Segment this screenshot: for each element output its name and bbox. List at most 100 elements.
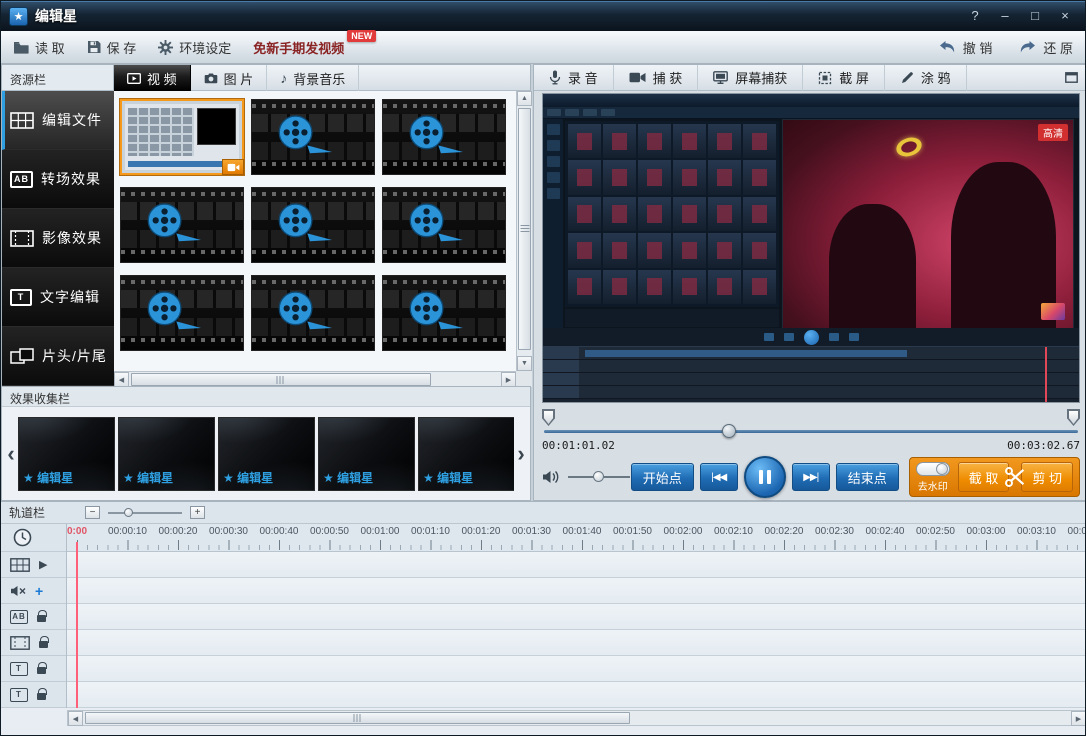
text-track-row[interactable] [67,656,1086,682]
previous-button[interactable]: |◀◀ [700,463,738,491]
screen-capture-button[interactable]: 屏幕捕获 [698,65,803,91]
zoom-knob[interactable] [124,508,133,517]
promo-link[interactable]: 免新手期发视频 NEW [253,38,376,57]
lock-icon[interactable] [39,641,48,648]
sidebar-item-edit-files[interactable]: 编辑文件 [2,91,114,150]
trim-end-handle[interactable] [1067,409,1080,426]
end-point-button[interactable]: 结束点 [836,463,899,491]
transition-track-row[interactable] [67,604,1086,630]
scroll-thumb[interactable] [85,712,630,724]
effect-thumbnail[interactable]: ★ 编辑星 [418,417,514,491]
seek-knob[interactable] [722,424,736,438]
text-track-2-row[interactable] [67,682,1086,708]
tab-video-label: 视 频 [147,69,177,88]
transition-track-header[interactable]: AB [1,604,66,630]
media-thumbnail[interactable] [251,275,375,351]
media-thumbnail[interactable] [120,187,244,263]
time-row: 00:01:01.02 00:03:02.67 [542,439,1080,453]
lock-icon[interactable] [37,667,46,674]
trim-start-handle[interactable] [542,409,555,426]
lock-icon[interactable] [37,615,46,622]
cut-button[interactable]: 剪 切 [1021,462,1073,492]
record-audio-button[interactable]: 录 音 [534,65,614,91]
total-time: 00:03:02.67 [1007,439,1080,452]
minimize-button[interactable]: – [993,6,1017,26]
scroll-right-arrow[interactable]: ▶ [501,372,516,387]
effect-track-row[interactable] [67,630,1086,656]
zoom-out-button[interactable]: − [85,506,100,519]
video-preview[interactable]: 高清 [542,93,1080,403]
capture-button[interactable]: 捕 获 [614,65,699,91]
effect-thumbnail[interactable]: ★ 编辑星 [218,417,315,491]
timeline-playhead[interactable] [76,542,78,708]
scroll-right-arrow[interactable]: ▶ [1071,711,1086,726]
tab-background-music[interactable]: ♪ 背景音乐 [267,65,359,91]
effects-next-arrow[interactable]: › [514,417,528,491]
scroll-left-arrow[interactable]: ◀ [114,372,129,387]
timeline-clock-cell [1,524,66,552]
camera-badge-icon [222,159,244,175]
sidebar-item-intro-outro[interactable]: 片头/片尾 [2,327,114,386]
show-logo [1041,303,1065,320]
volume-slider[interactable] [568,470,630,484]
settings-button[interactable]: 环境设定 [158,38,231,57]
media-thumbnail[interactable] [382,187,506,263]
film-ends-icon [10,348,34,365]
maximize-button[interactable]: □ [1023,6,1047,26]
scroll-down-arrow[interactable]: ▼ [517,356,532,371]
video-track-row[interactable] [67,552,1086,578]
effect-thumbnail[interactable]: ★ 编辑星 [118,417,215,491]
seek-track[interactable] [544,430,1078,433]
media-thumbnail[interactable] [251,99,375,175]
close-button[interactable]: × [1053,6,1077,26]
start-point-button[interactable]: 开始点 [631,463,694,491]
media-thumbnail[interactable] [120,275,244,351]
media-thumbnail[interactable] [382,99,506,175]
sidebar-item-video-effects[interactable]: 影像效果 [2,209,114,268]
scroll-left-arrow[interactable]: ◀ [68,711,83,726]
capture-clip-button[interactable]: 截 取 [958,462,1010,492]
text-icon: T [10,289,32,306]
lock-icon[interactable] [37,693,46,700]
expand-track-icon[interactable]: ▶ [39,558,47,571]
timeline-zoom-slider[interactable] [108,506,182,519]
text-track-2-header[interactable]: T [1,682,66,708]
media-thumbnail[interactable] [251,187,375,263]
add-track-icon[interactable]: + [35,583,43,599]
media-area: ▲ ▼ ◀ ▶ [114,91,532,387]
help-button[interactable]: ? [963,6,987,26]
volume-knob[interactable] [593,471,604,482]
film-reel-icon [407,288,467,334]
effect-thumbnail[interactable]: ★ 编辑星 [18,417,115,491]
sidebar-item-transitions[interactable]: AB 转场效果 [2,150,114,209]
media-thumbnail[interactable] [382,275,506,351]
next-button[interactable]: ▶▶| [792,463,830,491]
scroll-up-arrow[interactable]: ▲ [517,91,532,106]
screenshot-button[interactable]: 截 屏 [803,65,885,91]
tab-picture[interactable]: 图 片 [191,65,268,91]
undo-button[interactable]: 撤 销 [938,38,993,57]
zoom-in-button[interactable]: + [190,506,205,519]
video-track-header[interactable]: ▶ [1,552,66,578]
timeline-ruler[interactable]: 0:0000:00:1000:00:2000:00:3000:00:4000:0… [67,524,1086,552]
effect-track-header[interactable] [1,630,66,656]
tab-video[interactable]: 视 频 [114,65,191,91]
scroll-thumb[interactable] [518,108,531,350]
text-track-header[interactable]: T [1,656,66,682]
audio-track-header[interactable]: + [1,578,66,604]
doodle-button[interactable]: 涂 鸦 [885,65,967,91]
sidebar-item-text-edit[interactable]: T 文字编辑 [2,268,114,327]
media-thumbnail[interactable] [120,99,244,175]
watermark-toggle[interactable] [916,462,950,476]
redo-button[interactable]: 还 原 [1018,38,1073,57]
effects-strip: ‹ ★ 编辑星★ 编辑星★ 编辑星★ 编辑星★ 编辑星 › [2,407,530,500]
scroll-thumb[interactable] [131,373,431,386]
volume-icon[interactable] [542,470,560,484]
audio-track-row[interactable] [67,578,1086,604]
effects-prev-arrow[interactable]: ‹ [4,417,18,491]
save-button[interactable]: 保 存 [87,38,137,57]
effect-thumbnail[interactable]: ★ 编辑星 [318,417,415,491]
display-mode-button[interactable] [1056,65,1086,91]
pause-button[interactable] [744,456,786,498]
load-button[interactable]: 读 取 [13,38,65,57]
